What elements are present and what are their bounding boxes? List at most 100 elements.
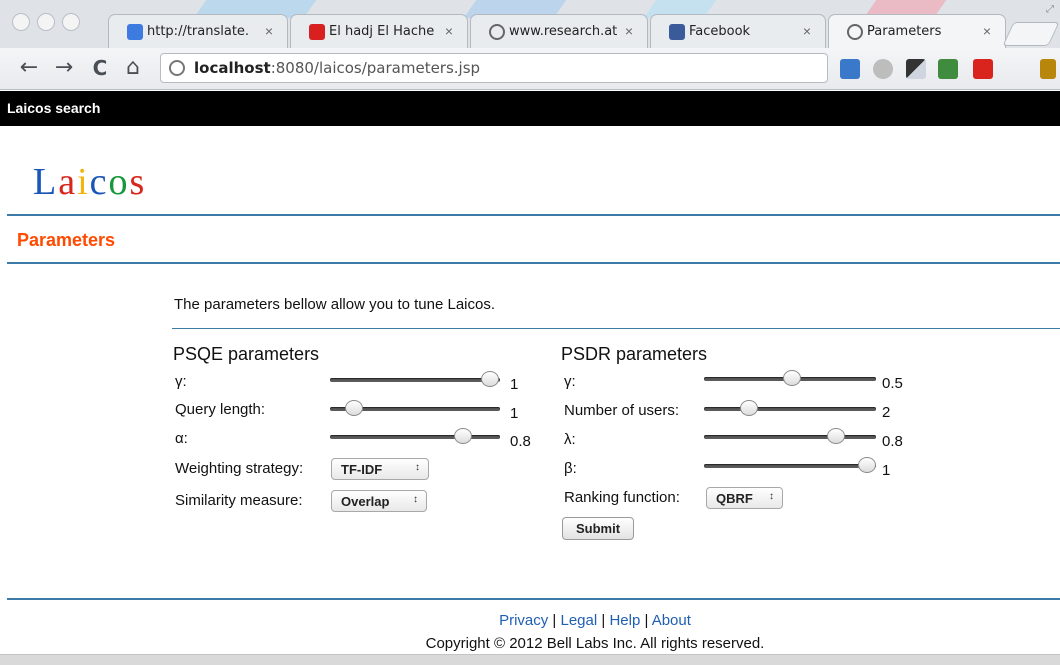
- divider: [172, 328, 1060, 329]
- help-link[interactable]: Help: [609, 612, 640, 629]
- acrobat-icon[interactable]: [973, 59, 993, 79]
- ranking-function-select[interactable]: QBRF ↕: [706, 487, 783, 509]
- back-button[interactable]: ←: [16, 54, 42, 82]
- updown-arrow-icon: ↕: [769, 491, 774, 502]
- laicos-logo: Laicos: [33, 160, 146, 204]
- slider-thumb[interactable]: [739, 400, 758, 416]
- browser-tab[interactable]: El hadj El Hache ×: [290, 14, 468, 48]
- page-title: Parameters: [17, 230, 116, 250]
- window-zoom-button[interactable]: [62, 13, 80, 31]
- slider-track: [330, 378, 500, 382]
- close-icon[interactable]: ×: [265, 23, 273, 39]
- divider: [7, 262, 1060, 264]
- psqe-gamma-slider[interactable]: [330, 371, 500, 391]
- psdr-gamma-label: γ:: [564, 373, 576, 390]
- number-of-users-slider[interactable]: [704, 400, 876, 420]
- slider-thumb[interactable]: [782, 370, 801, 386]
- close-icon[interactable]: ×: [983, 23, 991, 39]
- legal-link[interactable]: Legal: [561, 612, 598, 629]
- tab-title: http://translate.: [147, 24, 250, 39]
- site-header-bar: Laicos search: [0, 91, 1060, 126]
- footer-separator: |: [548, 612, 561, 629]
- logo-letter: s: [129, 161, 147, 203]
- url-path: :8080/laicos/parameters.jsp: [270, 59, 481, 77]
- footer-separator: |: [640, 612, 652, 629]
- psqe-query-length-slider[interactable]: [330, 400, 500, 420]
- forward-button[interactable]: →: [51, 54, 77, 82]
- psqe-query-length-value: 1: [510, 405, 519, 422]
- psdr-gamma-value: 0.5: [882, 375, 903, 392]
- tab-title: Facebook: [689, 24, 751, 39]
- slider-thumb[interactable]: [858, 457, 877, 473]
- wrench-icon[interactable]: [1040, 59, 1056, 79]
- tab-title: www.research.at: [509, 24, 618, 39]
- close-icon[interactable]: ×: [803, 23, 811, 39]
- copyright-text: Copyright © 2012 Bell Labs Inc. All righ…: [425, 635, 765, 652]
- slider-track: [704, 435, 876, 439]
- select-value: QBRF: [716, 491, 753, 506]
- psdr-lambda-label: λ:: [564, 431, 576, 448]
- slider-thumb[interactable]: [344, 400, 363, 416]
- number-of-users-value: 2: [882, 404, 891, 421]
- window-close-button[interactable]: [12, 13, 30, 31]
- download-icon[interactable]: [840, 59, 860, 79]
- weighting-strategy-select[interactable]: TF-IDF ↕: [331, 458, 429, 480]
- submit-button[interactable]: Submit: [562, 517, 634, 540]
- facebook-icon: [669, 24, 685, 40]
- browser-tab[interactable]: Facebook ×: [650, 14, 826, 48]
- url-host: localhost: [194, 59, 271, 77]
- slider-track: [704, 464, 876, 468]
- slider-thumb[interactable]: [827, 428, 846, 444]
- browser-tab-active[interactable]: Parameters ×: [828, 14, 1006, 48]
- globe-icon: [489, 24, 505, 40]
- psqe-alpha-slider[interactable]: [330, 428, 500, 448]
- reload-button[interactable]: C: [87, 54, 113, 82]
- youtube-icon: [309, 24, 325, 40]
- ranking-function-label: Ranking function:: [564, 489, 680, 506]
- psqe-gamma-label: γ:: [175, 373, 187, 390]
- divider: [7, 598, 1060, 600]
- browser-tab-bar: http://translate. × El hadj El Hache × w…: [0, 0, 1060, 48]
- similarity-measure-select[interactable]: Overlap ↕: [331, 490, 427, 512]
- slider-thumb[interactable]: [480, 371, 499, 387]
- close-icon[interactable]: ×: [625, 23, 633, 39]
- select-value: Overlap: [341, 494, 390, 509]
- logo-letter: L: [33, 161, 59, 203]
- logo-letter: a: [58, 161, 78, 203]
- translate-icon[interactable]: [938, 59, 958, 79]
- translate-icon: [127, 24, 143, 40]
- hand-icon[interactable]: [873, 59, 893, 79]
- slider-track: [330, 435, 500, 439]
- browser-toolbar: ← → C ⌂ localhost:8080/laicos/parameters…: [0, 48, 1060, 90]
- weighting-strategy-label: Weighting strategy:: [175, 460, 304, 477]
- psdr-lambda-slider[interactable]: [704, 428, 876, 448]
- privacy-link[interactable]: Privacy: [499, 612, 548, 629]
- site-bar-title: Laicos search: [7, 100, 101, 116]
- psqe-alpha-label: α:: [175, 430, 188, 447]
- window-icon[interactable]: [906, 59, 926, 79]
- slider-track: [704, 407, 876, 411]
- window-minimize-button[interactable]: [37, 13, 55, 31]
- logo-letter: i: [77, 161, 90, 203]
- slider-thumb[interactable]: [453, 428, 472, 444]
- psdr-gamma-slider[interactable]: [704, 370, 876, 390]
- address-bar[interactable]: localhost:8080/laicos/parameters.jsp: [160, 53, 828, 83]
- about-link[interactable]: About: [652, 612, 691, 629]
- select-value: TF-IDF: [341, 462, 383, 477]
- intro-text: The parameters bellow allow you to tune …: [174, 296, 496, 313]
- psqe-alpha-value: 0.8: [510, 433, 531, 450]
- home-button[interactable]: ⌂: [120, 54, 146, 82]
- footer-separator: |: [597, 612, 610, 629]
- close-icon[interactable]: ×: [445, 23, 453, 39]
- logo-letter: o: [108, 161, 130, 203]
- number-of-users-label: Number of users:: [564, 402, 680, 419]
- browser-tab[interactable]: www.research.at ×: [470, 14, 648, 48]
- new-tab-button[interactable]: [1002, 22, 1060, 46]
- divider: [7, 214, 1060, 216]
- browser-tab[interactable]: http://translate. ×: [108, 14, 288, 48]
- url-text[interactable]: localhost:8080/laicos/parameters.jsp: [194, 59, 480, 77]
- psdr-beta-slider[interactable]: [704, 457, 877, 477]
- fullscreen-icon[interactable]: ⤢: [1046, 4, 1054, 15]
- globe-icon: [847, 24, 863, 40]
- psqe-query-length-label: Query length:: [175, 401, 266, 418]
